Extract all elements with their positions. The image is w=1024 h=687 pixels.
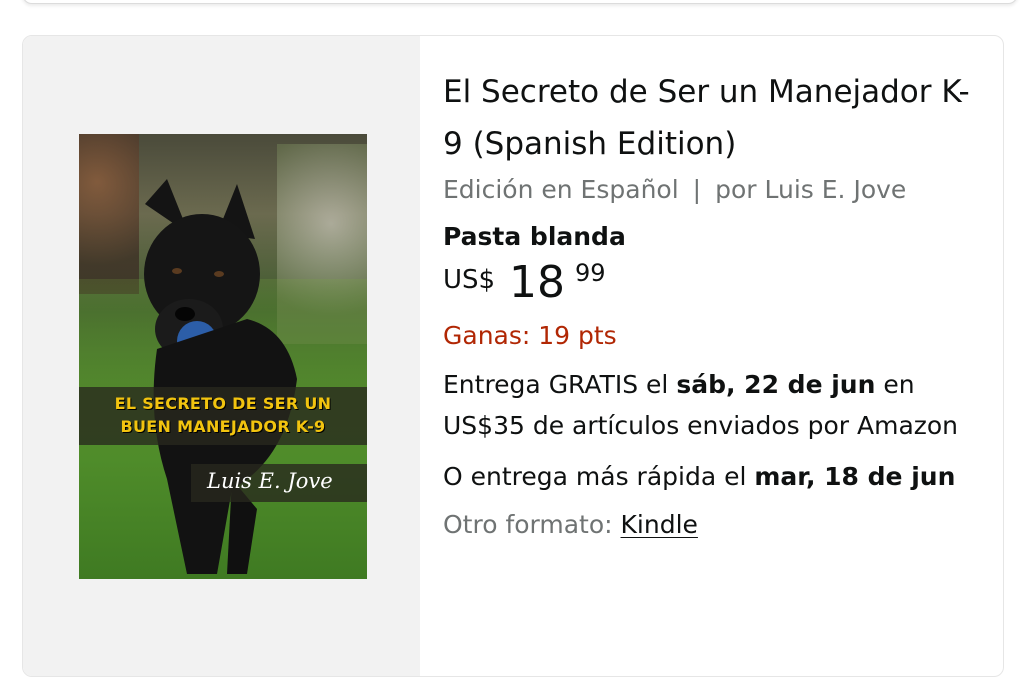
format-label[interactable]: Pasta blanda <box>443 222 983 251</box>
product-image-panel[interactable]: EL SECRETO DE SER UN BUEN MANEJADOR K-9 … <box>23 36 420 676</box>
cover-title-band: EL SECRETO DE SER UN BUEN MANEJADOR K-9 <box>79 387 367 445</box>
cover-background-blur-left <box>79 134 139 294</box>
delivery-info: Entrega GRATIS el sáb, 22 de jun en US$3… <box>443 364 983 446</box>
other-format: Otro formato: Kindle <box>443 510 983 539</box>
edition-label: Edición en Español <box>443 175 679 204</box>
price-whole: 18 <box>509 257 565 308</box>
delivery-prefix: Entrega GRATIS el <box>443 370 677 399</box>
product-meta: Edición en Español | por Luis E. Jove <box>443 172 983 208</box>
price-currency: US$ <box>443 265 496 295</box>
delivery-date: sáb, 22 de jun <box>676 370 876 399</box>
faster-delivery-prefix: O entrega más rápida el <box>443 462 755 491</box>
kindle-format-link[interactable]: Kindle <box>621 510 698 539</box>
reward-points: Ganas: 19 pts <box>443 321 617 350</box>
cover-title-line-2: BUEN MANEJADOR K-9 <box>120 417 326 436</box>
cover-author-band: Luis E. Jove <box>191 464 367 502</box>
dog-illustration <box>144 179 297 574</box>
product-info: El Secreto de Ser un Manejador K-9 (Span… <box>443 66 983 539</box>
price-fraction: 99 <box>575 259 606 287</box>
faster-delivery-date: mar, 18 de jun <box>754 462 956 491</box>
product-result-card[interactable]: EL SECRETO DE SER UN BUEN MANEJADOR K-9 … <box>22 35 1004 677</box>
cover-author-name: Luis E. Jove <box>207 469 333 493</box>
other-format-label: Otro formato: <box>443 510 621 539</box>
faster-delivery-info: O entrega más rápida el mar, 18 de jun <box>443 456 983 498</box>
author-label: por Luis E. Jove <box>715 175 907 204</box>
cover-title-line-1: EL SECRETO DE SER UN <box>114 394 332 413</box>
price[interactable]: US$ 18 99 <box>443 257 983 315</box>
meta-separator: | <box>692 175 702 204</box>
product-title-link[interactable]: El Secreto de Ser un Manejador K-9 (Span… <box>443 66 983 170</box>
previous-result-card <box>22 0 1018 4</box>
book-cover-image[interactable]: EL SECRETO DE SER UN BUEN MANEJADOR K-9 … <box>79 134 367 579</box>
